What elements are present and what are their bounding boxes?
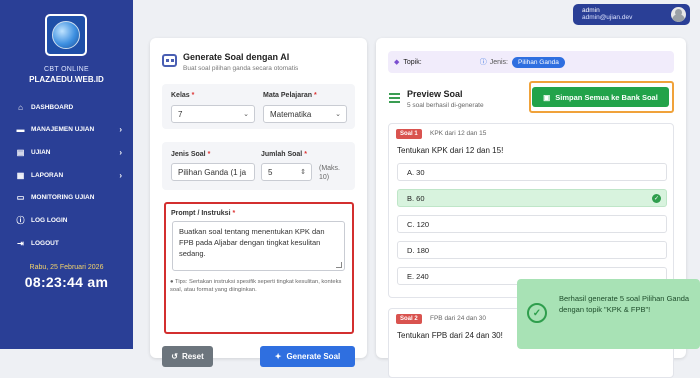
- sidebar-item-label: UJIAN: [31, 148, 51, 156]
- sidebar-item-label: MANAJEMEN UJIAN: [31, 126, 95, 134]
- stepper-arrows-icon[interactable]: ⇕: [300, 168, 306, 176]
- sidebar-item-manajemen-ujian[interactable]: ▬ MANAJEMEN UJIAN ›: [0, 119, 133, 141]
- jumlah-note: (Maks. 10): [319, 165, 340, 181]
- kelas-select[interactable]: 7 ⌄: [171, 105, 255, 123]
- question-text: Tentukan KPK dari 12 dan 15!: [397, 146, 504, 155]
- jenis-badge: Pilihan Ganda: [511, 56, 565, 68]
- lightbulb-icon: ●: [170, 279, 174, 285]
- prompt-textarea[interactable]: Buatkan soal tentang menentukan KPK dan …: [172, 221, 345, 271]
- question-badge: Soal 1: [396, 129, 422, 139]
- success-toast[interactable]: ✓ Berhasil generate 5 soal Pilihan Ganda…: [517, 279, 700, 349]
- robot-icon: [162, 54, 177, 67]
- user-menu[interactable]: admin admin@ujian.dev: [573, 4, 690, 25]
- kelas-label: Kelas *: [171, 92, 195, 99]
- list-icon: [389, 93, 400, 103]
- chevron-down-icon: ⌄: [243, 111, 249, 118]
- sidebar-item-label: DASHBOARD: [31, 103, 74, 111]
- sidebar-item-log-login[interactable]: ⓘ LOG LOGIN: [0, 209, 133, 231]
- monitor-icon: ▭: [16, 193, 25, 203]
- sidebar-nav: ⌂ DASHBOARD ▬ MANAJEMEN UJIAN › ▤ UJIAN …: [0, 96, 133, 255]
- prompt-label: Prompt / Instruksi *: [171, 210, 236, 217]
- question-meta: KPK dari 12 dan 15: [430, 130, 487, 137]
- generator-card: Generate Soal dengan AI Buat soal piliha…: [150, 38, 367, 367]
- info-icon: ⓘ: [16, 215, 25, 225]
- topbar: admin admin@ujian.dev: [133, 0, 700, 29]
- jenis-select[interactable]: Pilihan Ganda (1 ja: [171, 163, 255, 181]
- question-meta: FPB dari 24 dan 30: [430, 315, 487, 322]
- undo-icon: ↺: [171, 352, 178, 361]
- sidebar: CBT ONLINE PLAZAEDU.WEB.ID ⌂ DASHBOARD ▬…: [0, 0, 133, 349]
- question-text: Tentukan FPB dari 24 dan 30!: [397, 331, 503, 340]
- info-icon: ⓘ: [479, 59, 487, 66]
- generate-button[interactable]: ✦ Generate Soal: [260, 346, 355, 367]
- magic-wand-icon: ✦: [274, 352, 282, 361]
- sidebar-item-label: LOG LOGIN: [31, 216, 68, 224]
- jenis-label: Jenis Soal *: [171, 151, 211, 158]
- current-time: 08:23:44 am: [24, 274, 109, 290]
- chevron-right-icon: ›: [119, 170, 122, 180]
- preview-subtitle: 5 soal berhasil di-generate: [407, 102, 484, 109]
- globe-icon: [52, 21, 80, 49]
- report-icon: ▦: [16, 170, 25, 180]
- check-circle-icon: ✓: [652, 194, 661, 203]
- current-date: Rabu, 25 Februari 2026: [29, 264, 104, 271]
- save-all-button[interactable]: ▣ Simpan Semua ke Bank Soal: [532, 87, 669, 107]
- avatar[interactable]: [671, 7, 686, 22]
- topik-label: Topik:: [403, 58, 422, 66]
- brand-title: CBT ONLINE: [44, 66, 89, 73]
- jenis-label: Jenis:: [489, 58, 508, 66]
- sidebar-item-label: LAPORAN: [31, 171, 64, 179]
- folder-icon: ▬: [16, 125, 25, 135]
- sidebar-item-label: LOGOUT: [31, 239, 59, 247]
- chevron-right-icon: ›: [119, 147, 122, 157]
- option-b: B. 60 ✓: [397, 189, 667, 207]
- jumlah-stepper[interactable]: 5 ⇕: [261, 163, 312, 181]
- home-icon: ⌂: [18, 102, 23, 112]
- generator-subtitle: Buat soal pilihan ganda secara otomatis: [183, 65, 299, 72]
- prompt-tips: ● Tips: Sertakan instruksi spesifik sepe…: [170, 279, 342, 293]
- tag-icon: ◆: [394, 59, 400, 66]
- option-d: D. 180: [397, 241, 667, 259]
- sidebar-item-ujian[interactable]: ▤ UJIAN ›: [0, 141, 133, 163]
- check-circle-icon: ✓: [527, 303, 547, 323]
- topic-bar: ◆ Topik: ⓘ Jenis: Pilihan Ganda: [388, 51, 674, 73]
- preview-title: Preview Soal: [407, 89, 463, 99]
- save-icon: ▣: [543, 92, 551, 102]
- option-c: C. 120: [397, 215, 667, 233]
- toast-message: Berhasil generate 5 soal Pilihan Ganda d…: [559, 294, 690, 314]
- sidebar-item-label: MONITORING UJIAN: [31, 194, 95, 202]
- file-icon: ▤: [16, 147, 25, 157]
- mapel-label: Mata Pelajaran *: [263, 92, 317, 99]
- chevron-right-icon: ›: [119, 125, 122, 135]
- logout-icon: ⇥: [17, 238, 24, 248]
- jumlah-label: Jumlah Soal *: [261, 151, 307, 158]
- sidebar-item-monitoring-ujian[interactable]: ▭ MONITORING UJIAN: [0, 187, 133, 209]
- generator-title: Generate Soal dengan AI: [183, 52, 290, 62]
- sidebar-item-logout[interactable]: ⇥ LOGOUT: [0, 232, 133, 254]
- mapel-select[interactable]: Matematika ⌄: [263, 105, 347, 123]
- sidebar-item-laporan[interactable]: ▦ LAPORAN ›: [0, 164, 133, 186]
- app-logo[interactable]: [45, 14, 87, 56]
- question-card: Soal 1 KPK dari 12 dan 15 Tentukan KPK d…: [388, 123, 674, 298]
- question-badge: Soal 2: [396, 314, 422, 324]
- brand-site: PLAZAEDU.WEB.ID: [29, 75, 104, 84]
- chevron-down-icon: ⌄: [335, 111, 341, 118]
- reset-button[interactable]: ↺ Reset: [162, 346, 213, 367]
- option-a: A. 30: [397, 163, 667, 181]
- sidebar-item-dashboard[interactable]: ⌂ DASHBOARD: [0, 96, 133, 118]
